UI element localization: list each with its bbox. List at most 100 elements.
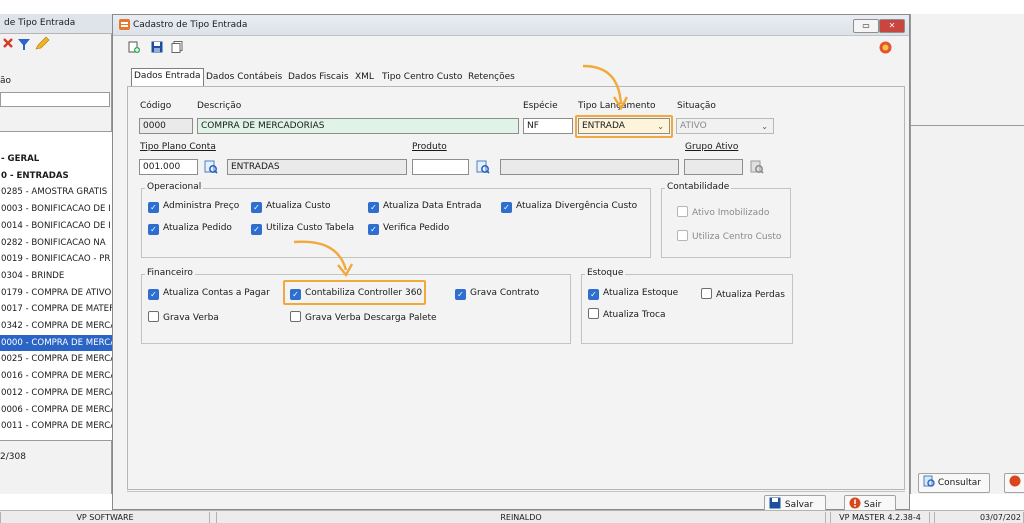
status-bar: VP SOFTWARE REINALDO VP MASTER 4.2.38-4 … [0, 510, 1024, 523]
search-doc-icon [923, 475, 935, 487]
ativo-imobilizado-checkbox[interactable]: Ativo Imobilizado [677, 206, 769, 219]
checkbox-label: Administra Preço [163, 201, 240, 211]
checkbox-label: Atualiza Data Entrada [383, 201, 482, 211]
lookup-icon[interactable] [204, 160, 218, 174]
lookup-icon[interactable] [476, 160, 490, 174]
grupo-ativo-label: Grupo Ativo [685, 142, 739, 152]
save-icon[interactable] [151, 41, 163, 53]
list-item[interactable]: - GERAL [0, 151, 112, 168]
list-item[interactable]: 0282 - BONIFICACAO NA [0, 235, 112, 252]
check-icon: ✓ [368, 202, 379, 213]
background-toolbar [0, 35, 112, 55]
descricao-field[interactable]: COMPRA DE MERCADORIAS [197, 118, 519, 134]
controller-360-highlight [283, 280, 426, 305]
tab-xml[interactable]: XML [353, 70, 376, 85]
check-icon: ✓ [148, 202, 159, 213]
list-item[interactable]: 0017 - COMPRA DE MATEF [0, 301, 112, 318]
copy-icon[interactable] [171, 41, 183, 53]
tab-dados-fiscais[interactable]: Dados Fiscais [286, 70, 351, 85]
exit-icon [849, 497, 861, 509]
status-version: VP MASTER 4.2.38-4 [830, 512, 930, 523]
list-item[interactable]: 0014 - BONIFICACAO DE I [0, 218, 112, 235]
situacao-value: ATIVO [680, 121, 707, 131]
atualiza-perdas-checkbox[interactable]: Atualiza Perdas [701, 288, 785, 301]
checkbox-label: Verifica Pedido [383, 223, 450, 233]
utiliza-centro-custo-checkbox[interactable]: Utiliza Centro Custo [677, 230, 781, 243]
situacao-select[interactable]: ATIVO ⌄ [676, 118, 774, 134]
consultar-button[interactable]: Consultar [918, 473, 990, 493]
check-icon: ✓ [148, 289, 159, 300]
minimize-button[interactable]: ▭ [853, 19, 879, 33]
atualiza-pedido-checkbox[interactable]: ✓ Atualiza Pedido [148, 223, 232, 235]
help-icon[interactable] [879, 41, 892, 54]
annotation-arrow-icon [293, 240, 354, 278]
background-field-input[interactable] [0, 92, 110, 107]
financeiro-title: Financeiro [145, 268, 195, 278]
close-button[interactable]: ✕ [879, 19, 905, 33]
list-item[interactable]: 0019 - BONIFICACAO - PR [0, 251, 112, 268]
background-field-label: ão [0, 76, 12, 86]
checkbox-label: Atualiza Perdas [716, 290, 785, 300]
checkbox-label: Atualiza Custo [266, 201, 331, 211]
list-item[interactable]: 0342 - COMPRA DE MERCA [0, 318, 112, 335]
atualiza-data-entrada-checkbox[interactable]: ✓ Atualiza Data Entrada [368, 201, 482, 213]
atualiza-estoque-checkbox[interactable]: ✓ Atualiza Estoque [588, 288, 678, 300]
background-exit-button[interactable] [1004, 473, 1024, 493]
checkbox-label: Utiliza Centro Custo [692, 232, 782, 242]
situacao-label: Situação [677, 101, 716, 111]
checkbox-label: Atualiza Troca [603, 310, 666, 320]
grava-contrato-checkbox[interactable]: ✓ Grava Contrato [455, 288, 539, 300]
background-window-title: de Tipo Entrada [0, 14, 112, 34]
list-item[interactable]: 0025 - COMPRA DE MERCA [0, 351, 112, 368]
status-date: 03/07/202 [934, 512, 1024, 523]
list-item[interactable]: 0006 - COMPRA DE MERCA [0, 402, 112, 419]
atualiza-custo-checkbox[interactable]: ✓ Atualiza Custo [251, 201, 331, 213]
check-icon: ✓ [148, 224, 159, 235]
list-item[interactable]: 0012 - COMPRA DE MERCA [0, 385, 112, 402]
especie-field[interactable]: NF [523, 118, 573, 134]
produto-code[interactable] [412, 159, 469, 175]
tab-retencoes[interactable]: Retenções [466, 70, 517, 85]
minimize-icon: ▭ [862, 21, 870, 30]
grava-verba-checkbox[interactable]: Grava Verba [148, 311, 219, 324]
dialog-title: Cadastro de Tipo Entrada [133, 20, 248, 30]
codigo-field[interactable]: 0000 [139, 118, 193, 134]
list-item[interactable]: 0011 - COMPRA DE MERCA [0, 418, 112, 435]
operacional-title: Operacional [145, 182, 204, 192]
exit-icon [1009, 475, 1021, 487]
tipo-lancamento-highlight [575, 115, 673, 138]
check-icon: ✓ [368, 224, 379, 235]
list-item[interactable]: 0000 - COMPRA DE MERCA [0, 334, 112, 352]
footer-divider [127, 491, 905, 492]
list-item[interactable]: 0 - ENTRADAS [0, 168, 112, 185]
tab-tipo-centro-custo[interactable]: Tipo Centro Custo [380, 70, 464, 85]
check-icon: ✓ [455, 289, 466, 300]
contabilidade-title: Contabilidade [665, 182, 732, 192]
administra-preco-checkbox[interactable]: ✓ Administra Preço [148, 201, 239, 213]
background-toolbar-icons[interactable] [0, 35, 60, 55]
list-item[interactable]: 0285 - AMOSTRA GRATIS [0, 184, 112, 201]
atualiza-troca-checkbox[interactable]: Atualiza Troca [588, 308, 666, 321]
checkbox-label: Atualiza Pedido [163, 223, 232, 233]
checkbox-label: Atualiza Divergência Custo [516, 201, 638, 211]
checkbox-label: Utiliza Custo Tabela [266, 223, 355, 233]
codigo-label: Código [140, 101, 172, 111]
checkbox-label: Ativo Imobilizado [692, 208, 770, 218]
verifica-pedido-checkbox[interactable]: ✓ Verifica Pedido [368, 223, 449, 235]
list-item[interactable]: 0179 - COMPRA DE ATIVO [0, 285, 112, 302]
list-item[interactable]: 0016 - COMPRA DE MERCA [0, 368, 112, 385]
tipo-plano-conta-code[interactable]: 001.000 [139, 159, 198, 175]
delete-icon [3, 38, 13, 48]
edit-icon [35, 36, 50, 50]
tab-dados-contabeis[interactable]: Dados Contábeis [204, 70, 284, 85]
atualiza-divergencia-custo-checkbox[interactable]: ✓ Atualiza Divergência Custo [501, 201, 637, 213]
new-record-icon[interactable] [128, 41, 140, 53]
atualiza-contas-a-pagar-checkbox[interactable]: ✓ Atualiza Contas a Pagar [148, 288, 270, 300]
produto-label: Produto [412, 142, 447, 152]
tab-dados-entrada[interactable]: Dados Entrada [131, 68, 204, 86]
grava-verba-descarga-palete-checkbox[interactable]: Grava Verba Descarga Palete [290, 311, 437, 324]
check-icon: ✓ [588, 289, 599, 300]
list-item[interactable]: 0304 - BRINDE [0, 268, 112, 285]
save-label: Salvar [784, 500, 814, 510]
list-item[interactable]: 0003 - BONIFICACAO DE I [0, 201, 112, 218]
